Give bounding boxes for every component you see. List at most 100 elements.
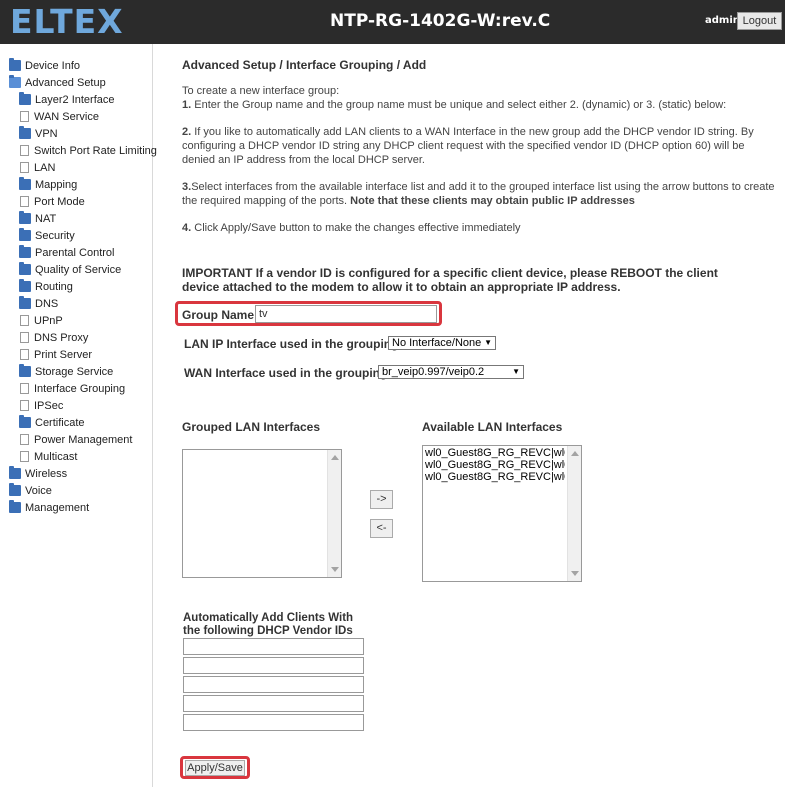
step-1-text: Enter the Group name and the group name … — [194, 99, 727, 111]
sidebar-item-dns-proxy[interactable]: DNS Proxy — [19, 331, 88, 346]
step-1-number: 1. — [182, 99, 192, 111]
sidebar-item-certificate[interactable]: Certificate — [19, 415, 85, 431]
sidebar-item-ipsec[interactable]: IPSec — [19, 399, 63, 414]
sidebar-item-mapping[interactable]: Mapping — [19, 177, 78, 193]
sidebar-item-label: IPSec — [34, 400, 64, 412]
device-title: NTP-RG-1402G-W:rev.C — [330, 11, 551, 31]
available-lan-listbox[interactable]: wl0_Guest8G_RG_REVC|wl0 wl0_Guest8G_RG_RE… — [422, 445, 582, 582]
sidebar-item-label: NAT — [35, 213, 57, 225]
sidebar-item-security[interactable]: Security — [19, 228, 75, 244]
folder-icon — [19, 296, 31, 309]
move-right-button[interactable]: -> — [370, 490, 393, 509]
sidebar-item-label: UPnP — [34, 315, 63, 327]
sidebar-item-device-info[interactable]: Device Info — [9, 58, 81, 74]
lan-ip-select[interactable]: No Interface/None ▼ — [388, 336, 496, 350]
page-icon — [20, 315, 29, 326]
folder-icon — [19, 92, 31, 105]
sidebar-item-label: DNS — [35, 298, 59, 310]
grouped-lan-listbox[interactable] — [182, 449, 342, 578]
page-icon — [20, 111, 29, 122]
wan-selected-value: br_veip0.997/veip0.2 — [382, 366, 485, 378]
folder-icon — [19, 126, 31, 139]
available-scrollbar[interactable] — [567, 446, 581, 581]
sidebar-item-parental-control[interactable]: Parental Control — [19, 245, 115, 261]
sidebar-nav: Device Info Advanced Setup Layer2 Interfac… — [0, 44, 157, 787]
wan-select[interactable]: br_veip0.997/veip0.2 ▼ — [378, 365, 524, 379]
vendor-id-input-2[interactable] — [183, 657, 364, 674]
vendor-id-input-3[interactable] — [183, 676, 364, 693]
step-3-note: Note that these clients may obtain publi… — [350, 195, 635, 207]
folder-icon — [19, 364, 31, 377]
vendor-id-input-4[interactable] — [183, 695, 364, 712]
sidebar-item-multicast[interactable]: Multicast — [19, 450, 77, 465]
scroll-up-icon[interactable] — [571, 451, 579, 456]
sidebar-item-port-mode[interactable]: Port Mode — [19, 195, 85, 210]
sidebar-item-label: Security — [35, 230, 75, 242]
folder-icon — [9, 466, 21, 479]
username-label: admin — [705, 15, 740, 26]
sidebar-item-advanced-setup[interactable]: Advanced Setup — [9, 75, 106, 91]
scroll-up-icon[interactable] — [331, 455, 339, 460]
sidebar-item-label: Wireless — [25, 468, 68, 480]
grouped-scrollbar[interactable] — [327, 450, 341, 577]
sidebar-item-quality-of-service[interactable]: Quality of Service — [19, 262, 121, 278]
grouped-lan-label: Grouped LAN Interfaces — [182, 420, 321, 434]
vendor-id-input-1[interactable] — [183, 638, 364, 655]
vendor-id-input-5[interactable] — [183, 714, 364, 731]
scroll-down-icon[interactable] — [571, 571, 579, 576]
sidebar-item-voice[interactable]: Voice — [9, 483, 52, 499]
sidebar-item-management[interactable]: Management — [9, 500, 89, 516]
folder-icon — [19, 415, 31, 428]
sidebar-item-label: Routing — [35, 281, 73, 293]
sidebar-item-vpn[interactable]: VPN — [19, 126, 58, 142]
available-lan-option[interactable]: wl0_Guest8G_RG_REVC|wl0 — [423, 459, 565, 471]
sidebar-item-label: Layer2 Interface — [35, 94, 115, 106]
sidebar-item-power-management[interactable]: Power Management — [19, 433, 132, 448]
vendor-id-label: Automatically Add Clients With the follo… — [183, 612, 353, 638]
group-name-label: Group Name: — [182, 308, 259, 322]
logout-button[interactable]: Logout — [737, 12, 782, 30]
step-3: 3.Select interfaces from the available i… — [182, 180, 777, 208]
sidebar-item-routing[interactable]: Routing — [19, 279, 73, 295]
sidebar-item-label: Mapping — [35, 179, 78, 191]
sidebar-item-lan[interactable]: LAN — [19, 161, 55, 176]
vendor-id-label-line-1: Automatically Add Clients With — [183, 612, 354, 624]
apply-save-button[interactable]: Apply/Save — [185, 760, 245, 776]
sidebar-item-print-server[interactable]: Print Server — [19, 348, 92, 363]
sidebar-item-label: Voice — [25, 485, 52, 497]
sidebar-item-label: Storage Service — [35, 366, 114, 378]
sidebar-item-nat[interactable]: NAT — [19, 211, 57, 227]
scroll-down-icon[interactable] — [331, 567, 339, 572]
folder-icon — [19, 177, 31, 190]
dropdown-arrow-icon: ▼ — [484, 338, 492, 347]
sidebar-item-switch-port-rate-limiting[interactable]: Switch Port Rate Limiting — [19, 144, 157, 159]
folder-icon — [9, 500, 21, 513]
folder-icon — [19, 211, 31, 224]
available-lan-option[interactable]: wl0_Guest8G_RG_REVC|wl0 — [423, 471, 565, 483]
step-1: 1. Enter the Group name and the group na… — [182, 98, 777, 112]
folder-icon — [19, 279, 31, 292]
folder-icon — [19, 228, 31, 241]
move-left-button[interactable]: <- — [370, 519, 393, 538]
sidebar-item-upnp[interactable]: UPnP — [19, 314, 63, 329]
instructions: To create a new interface group: 1. Ente… — [182, 84, 777, 235]
available-lan-option[interactable]: wl0_Guest8G_RG_REVC|wl0 — [423, 447, 565, 459]
folder-icon — [9, 483, 21, 496]
folder-icon — [19, 262, 31, 275]
sidebar-item-wireless[interactable]: Wireless — [9, 466, 68, 482]
sidebar-item-layer2-interface[interactable]: Layer2 Interface — [19, 92, 115, 108]
step-2-number: 2. — [182, 126, 192, 138]
sidebar-item-dns[interactable]: DNS — [19, 296, 59, 312]
folder-icon — [9, 58, 21, 71]
sidebar-item-label: Multicast — [34, 451, 78, 463]
page-icon — [20, 162, 29, 173]
sidebar-item-label: Device Info — [25, 60, 81, 72]
sidebar-item-interface-grouping[interactable]: Interface Grouping — [19, 382, 125, 397]
group-name-input[interactable] — [255, 305, 437, 323]
step-4: 4. Click Apply/Save button to make the c… — [182, 221, 777, 235]
sidebar-item-storage-service[interactable]: Storage Service — [19, 364, 114, 380]
sidebar-item-label: Print Server — [34, 349, 93, 361]
page-icon — [20, 349, 29, 360]
sidebar-item-wan-service[interactable]: WAN Service — [19, 110, 99, 125]
sidebar-item-label: Advanced Setup — [25, 77, 106, 89]
